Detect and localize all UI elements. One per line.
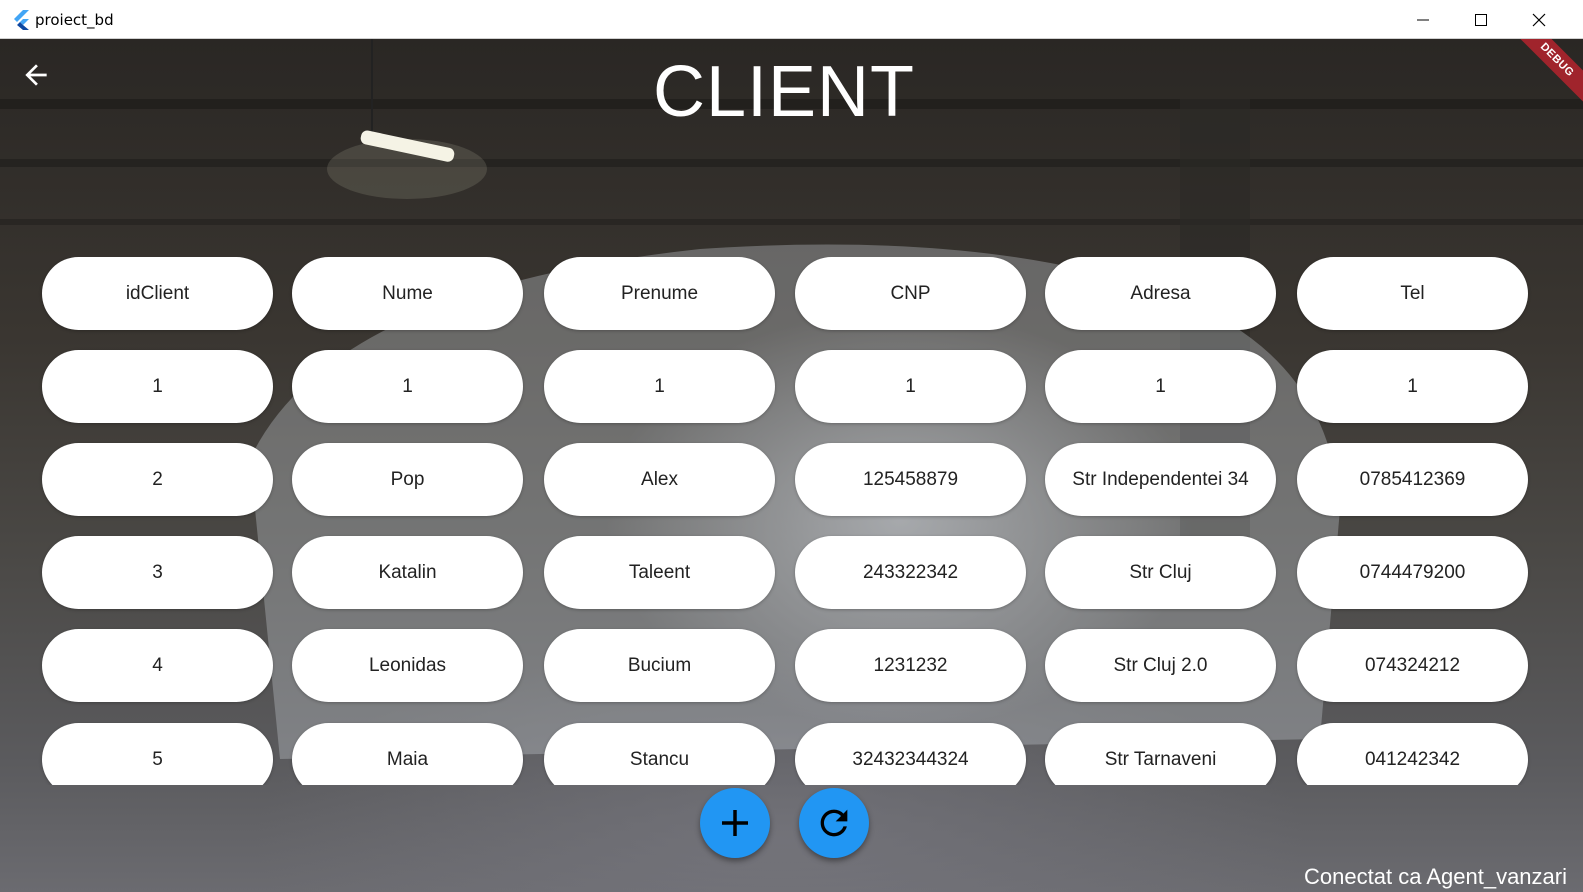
- page-title: CLIENT: [652, 52, 916, 132]
- table-cell[interactable]: 1: [1045, 350, 1276, 423]
- table-cell[interactable]: 0744479200: [1297, 536, 1528, 609]
- table-cell[interactable]: 4: [42, 629, 273, 702]
- table-cell[interactable]: 2: [42, 443, 273, 516]
- minimize-icon: [1417, 19, 1429, 20]
- table-cell[interactable]: Alex: [544, 443, 775, 516]
- table-cell[interactable]: Maia: [292, 723, 523, 785]
- table-cell[interactable]: 0785412369: [1297, 443, 1528, 516]
- table-cell[interactable]: 5: [42, 723, 273, 785]
- header-cell-cnp: CNP: [795, 257, 1026, 330]
- table-cell[interactable]: Stancu: [544, 723, 775, 785]
- client-page: CLIENT DEBUG idClient Nume Prenume CNP A…: [0, 39, 1583, 892]
- table-cell[interactable]: 3: [42, 536, 273, 609]
- table-cell[interactable]: 1: [42, 350, 273, 423]
- connection-status: Conectat ca Agent_vanzari: [1304, 864, 1567, 889]
- table-cell[interactable]: Pop: [292, 443, 523, 516]
- refresh-icon: [820, 809, 848, 837]
- table-cell[interactable]: 1: [795, 350, 1026, 423]
- header-cell-tel: Tel: [1297, 257, 1528, 330]
- table-cell[interactable]: Katalin: [292, 536, 523, 609]
- maximize-icon: [1475, 13, 1487, 26]
- table-cell[interactable]: Leonidas: [292, 629, 523, 702]
- header-cell-adresa: Adresa: [1045, 257, 1276, 330]
- title-bar: proiect_bd: [0, 0, 1583, 39]
- window-title: proiect_bd: [35, 11, 114, 29]
- table-cell[interactable]: Taleent: [544, 536, 775, 609]
- table-cell[interactable]: 125458879: [795, 443, 1026, 516]
- table-cell[interactable]: 1: [544, 350, 775, 423]
- add-client-button[interactable]: [700, 788, 770, 858]
- table-cell[interactable]: 074324212: [1297, 629, 1528, 702]
- close-icon: [1532, 13, 1546, 26]
- table-cell[interactable]: 041242342: [1297, 723, 1528, 785]
- maximize-button[interactable]: [1452, 0, 1510, 39]
- table-cell[interactable]: Str Independentei 34: [1045, 443, 1276, 516]
- header-cell-prenume: Prenume: [544, 257, 775, 330]
- app-window: proiect_bd CLIENT DEBUG idClient Nume Pr…: [0, 0, 1583, 892]
- flutter-logo-icon: [14, 10, 29, 30]
- table-cell[interactable]: 1: [1297, 350, 1528, 423]
- table-cell[interactable]: 1231232: [795, 629, 1026, 702]
- table-cell[interactable]: 32432344324: [795, 723, 1026, 785]
- refresh-button[interactable]: [799, 788, 869, 858]
- client-table: idClient Nume Prenume CNP Adresa Tel 1 1…: [0, 257, 1568, 785]
- header-cell-idclient: idClient: [42, 257, 273, 330]
- close-button[interactable]: [1510, 0, 1568, 39]
- table-cell[interactable]: 1: [292, 350, 523, 423]
- table-cell[interactable]: 243322342: [795, 536, 1026, 609]
- table-cell[interactable]: Str Cluj: [1045, 536, 1276, 609]
- table-cell[interactable]: Str Tarnaveni: [1045, 723, 1276, 785]
- plus-icon: [722, 810, 748, 836]
- table-cell[interactable]: Bucium: [544, 629, 775, 702]
- table-cell[interactable]: Str Cluj 2.0: [1045, 629, 1276, 702]
- header-cell-nume: Nume: [292, 257, 523, 330]
- minimize-button[interactable]: [1394, 0, 1452, 39]
